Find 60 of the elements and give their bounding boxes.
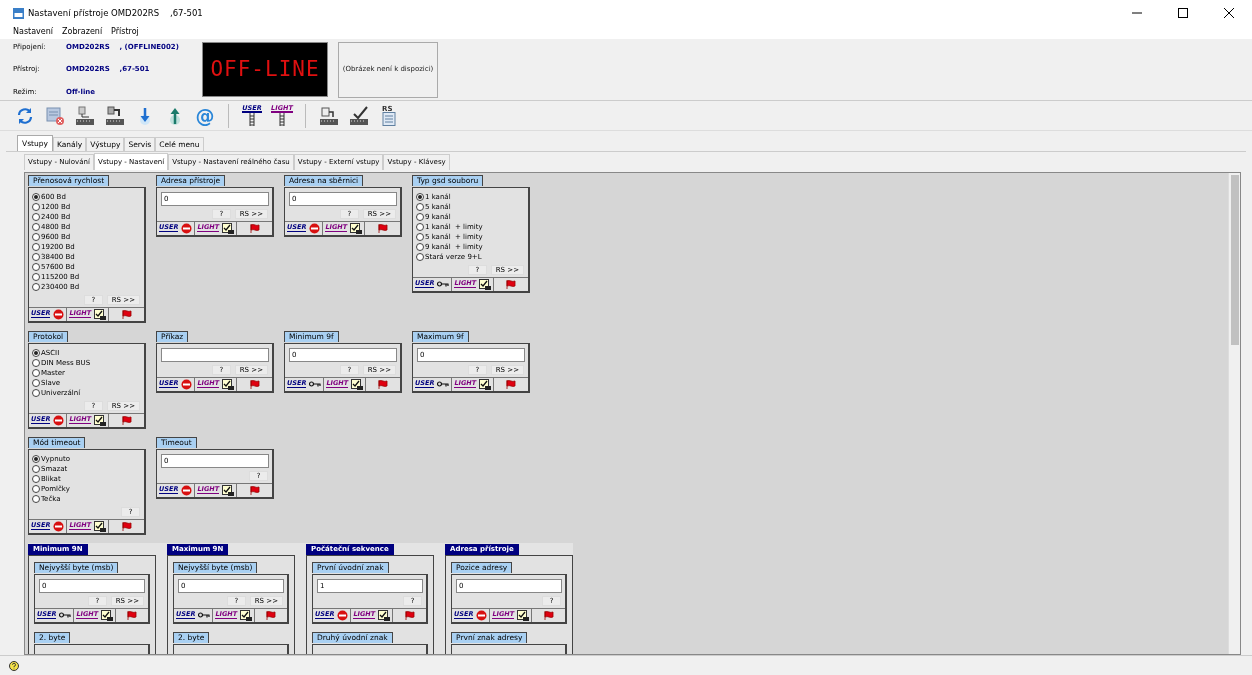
checkbox-icon	[222, 222, 235, 234]
ladder-icon	[277, 113, 287, 126]
flag-icon	[121, 415, 132, 425]
checkbox-icon	[94, 520, 107, 532]
checkbox-icon	[101, 609, 114, 621]
flag-icon	[378, 379, 389, 389]
checkbox-icon	[222, 484, 235, 496]
flag-icon	[377, 223, 388, 233]
window-delete-icon[interactable]	[45, 105, 65, 126]
checkbox-icon	[94, 414, 107, 426]
stop-icon	[53, 414, 65, 426]
app-icon	[13, 7, 24, 19]
ladder-icon	[247, 113, 257, 126]
stop-icon	[181, 378, 193, 390]
flag-icon	[249, 485, 260, 495]
stop-icon	[476, 609, 488, 621]
checkbox-icon	[517, 609, 530, 621]
menu-item[interactable]: Zobrazení	[62, 26, 103, 39]
stop-icon	[53, 308, 65, 320]
key-icon	[437, 381, 450, 388]
stop-icon	[337, 609, 349, 621]
checkbox-icon	[378, 609, 391, 621]
flag-icon	[249, 379, 260, 389]
window-title: Nastavení přístroje OMD202RS ,67-501	[28, 6, 203, 20]
flag-icon	[543, 610, 554, 620]
stop-icon	[181, 484, 193, 496]
checkbox-icon	[351, 378, 364, 390]
device-download-icon[interactable]	[104, 105, 126, 126]
stop-icon	[53, 520, 65, 532]
flag-icon	[266, 610, 277, 620]
checkbox-icon	[94, 308, 107, 320]
checkbox-icon	[479, 278, 492, 290]
arrow-down-icon[interactable]	[137, 105, 153, 126]
checkbox-icon	[240, 609, 253, 621]
key-icon	[198, 612, 211, 619]
flag-icon	[506, 379, 517, 389]
menu-item[interactable]: Nastavení	[13, 26, 54, 39]
stop-icon	[309, 222, 321, 234]
device-icon[interactable]	[318, 105, 340, 126]
device-upload-icon[interactable]	[74, 105, 96, 126]
help-icon[interactable]	[9, 660, 19, 671]
flag-icon	[121, 309, 132, 319]
input-field[interactable]	[161, 347, 269, 362]
device-check-icon[interactable]	[348, 105, 370, 126]
stop-icon	[181, 222, 193, 234]
key-icon	[437, 281, 450, 288]
checkbox-icon	[222, 378, 235, 390]
flag-icon	[506, 279, 517, 289]
menu-item[interactable]: Přístroj	[111, 26, 139, 39]
checkbox-icon	[350, 222, 363, 234]
flag-icon	[404, 610, 415, 620]
flag-icon	[127, 610, 138, 620]
checkbox-icon	[479, 378, 492, 390]
status-display: OFF-LINE	[202, 42, 328, 97]
key-icon	[309, 381, 322, 388]
refresh-icon[interactable]	[15, 105, 35, 126]
flag-icon	[249, 223, 260, 233]
scrollbar[interactable]	[1228, 172, 1240, 654]
flag-icon	[121, 521, 132, 531]
key-icon	[59, 612, 72, 619]
